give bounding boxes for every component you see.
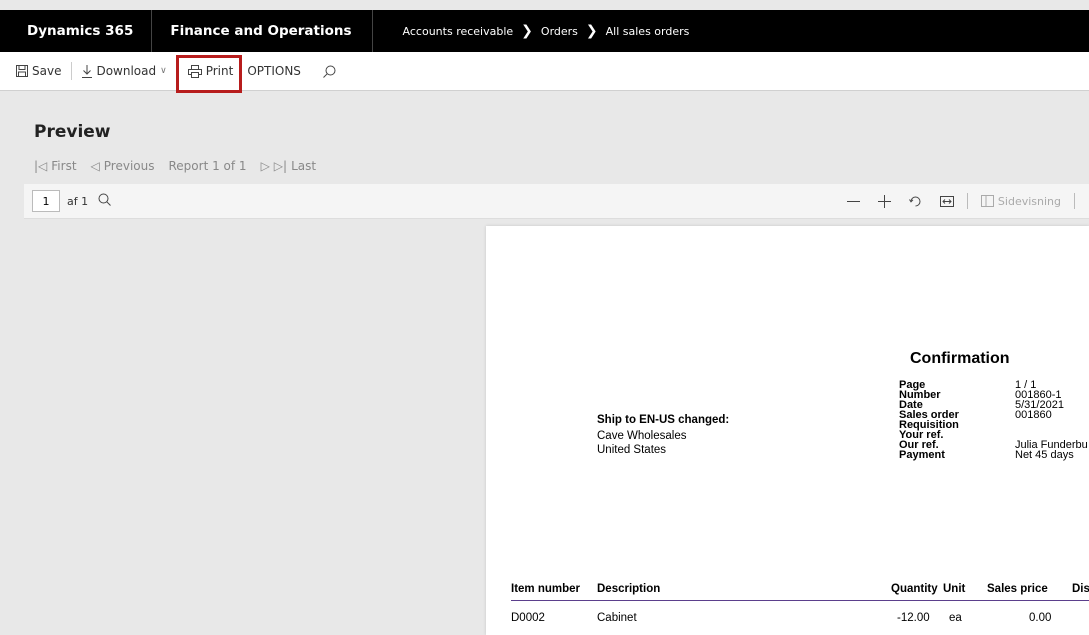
toolbar-divider <box>176 62 178 80</box>
save-icon <box>16 65 28 77</box>
column-header-sales-price: Sales price <box>987 583 1048 595</box>
report-counter: Report 1 of 1 <box>168 159 247 173</box>
first-page-icon: |◁ <box>34 159 48 173</box>
cell-description: Cabinet <box>597 612 637 624</box>
save-button[interactable]: Save <box>11 56 66 86</box>
rotate-icon <box>909 196 921 206</box>
rotate-button[interactable] <box>909 195 922 208</box>
top-nav-bar: Dynamics 365 Finance and Operations Acco… <box>0 10 1089 52</box>
breadcrumb: Accounts receivable ❯ Orders ❯ All sales… <box>373 23 690 39</box>
last-page-button[interactable]: Last <box>291 159 316 173</box>
viewer-toolbar: af 1 Sidevisning <box>24 184 1089 219</box>
fit-width-icon <box>939 195 954 207</box>
options-label: OPTIONS <box>247 64 301 78</box>
last-page-icon: ▷| <box>273 159 288 173</box>
previous-page-button[interactable]: Previous <box>104 159 155 173</box>
ship-to-title: Ship to EN-US changed: <box>597 414 730 426</box>
plus-icon <box>877 194 891 208</box>
cell-item-number: D0002 <box>511 612 545 624</box>
page-count-label: af 1 <box>67 194 89 208</box>
minus-icon <box>846 200 860 202</box>
side-view-label: Sidevisning <box>997 194 1061 208</box>
ship-to-line: United States <box>597 444 667 456</box>
cell-sales-price: 0.00 <box>1029 612 1052 624</box>
download-label: Download <box>96 64 157 78</box>
download-icon <box>82 64 93 78</box>
ship-to-block: Ship to EN-US changed: Cave Wholesales U… <box>597 414 729 457</box>
action-toolbar: Save Download ∨ Print OPTIONS <box>0 52 1089 91</box>
next-page-icon[interactable]: ▷ <box>261 159 270 173</box>
viewer-controls: Sidevisning <box>838 184 1089 218</box>
column-header-discount: Disc <box>1072 583 1089 595</box>
cell-quantity: -12.00 <box>897 612 930 624</box>
cell-unit: ea <box>949 612 962 624</box>
chevron-right-icon: ❯ <box>585 23 598 39</box>
page-title: Preview <box>34 122 111 142</box>
column-header-unit: Unit <box>943 583 966 595</box>
detail-value: 001860 <box>1015 409 1052 421</box>
module-name[interactable]: Finance and Operations <box>152 10 373 52</box>
search-icon <box>323 65 336 78</box>
download-button[interactable]: Download ∨ <box>77 56 171 86</box>
side-view-icon <box>980 195 994 207</box>
chevron-right-icon: ❯ <box>521 23 533 39</box>
detail-label: Payment <box>899 449 945 461</box>
viewer-divider <box>966 193 968 209</box>
zoom-out-button[interactable] <box>846 195 860 208</box>
first-page-button[interactable]: First <box>51 159 76 173</box>
breadcrumb-item-all-sales-orders[interactable]: All sales orders <box>606 25 690 38</box>
search-button[interactable] <box>318 56 345 86</box>
detail-row: Payment Net 45 days <box>899 449 1088 461</box>
page-number-input[interactable] <box>32 190 60 212</box>
items-table-header: Item number Description Quantity Unit Sa… <box>511 583 1089 601</box>
breadcrumb-item-accounts-receivable[interactable]: Accounts receivable <box>403 25 514 38</box>
app-brand[interactable]: Dynamics 365 <box>0 10 153 52</box>
breadcrumb-item-orders[interactable]: Orders <box>541 25 578 38</box>
document-page: Ship to EN-US changed: Cave Wholesales U… <box>486 226 1089 635</box>
detail-value: Net 45 days <box>1015 449 1074 461</box>
print-button[interactable]: Print <box>183 56 239 86</box>
print-label: Print <box>205 64 234 78</box>
column-header-item-number: Item number <box>511 583 581 595</box>
save-label: Save <box>32 64 62 78</box>
column-header-quantity: Quantity <box>891 583 938 595</box>
printer-icon <box>187 64 202 78</box>
viewer-search-button[interactable] <box>98 193 111 209</box>
side-view-button[interactable]: Sidevisning <box>980 194 1061 208</box>
report-pager: |◁ First ◁ Previous Report 1 of 1 ▷ ▷| L… <box>34 159 330 173</box>
toolbar-divider <box>71 62 73 80</box>
viewer-divider <box>1074 193 1075 209</box>
confirmation-title: Confirmation <box>910 350 1010 367</box>
ship-to-line: Cave Wholesales <box>597 430 687 442</box>
options-button[interactable]: OPTIONS <box>242 56 306 86</box>
search-icon <box>98 193 111 206</box>
previous-page-icon: ◁ <box>90 159 100 173</box>
column-header-description: Description <box>597 583 661 595</box>
fit-width-button[interactable] <box>939 195 954 207</box>
chevron-down-icon: ∨ <box>160 66 167 76</box>
zoom-in-button[interactable] <box>877 194 891 208</box>
confirmation-details: Page 1 / 1 Number 001860-1 Date 5/31/202… <box>899 380 1088 461</box>
